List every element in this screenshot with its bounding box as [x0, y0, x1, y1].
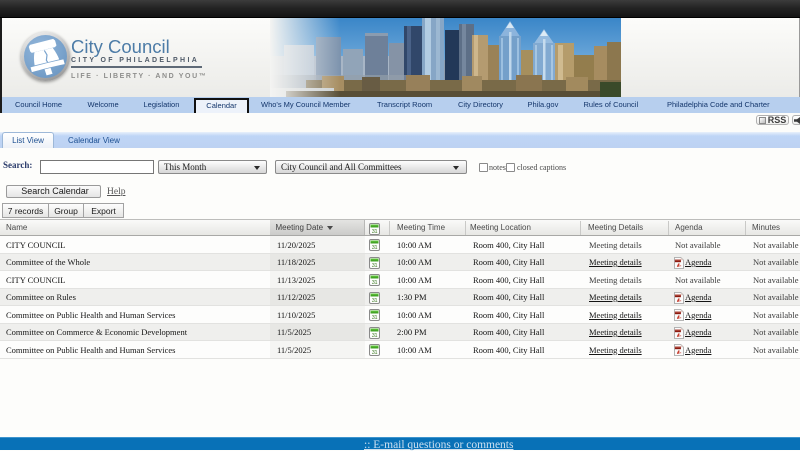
svg-text:31: 31: [372, 229, 378, 235]
svg-text:31: 31: [372, 350, 378, 356]
svg-text:31: 31: [372, 333, 378, 339]
svg-text:31: 31: [372, 280, 378, 286]
svg-text:31: 31: [372, 315, 378, 321]
svg-text:31: 31: [372, 263, 378, 269]
svg-text:31: 31: [372, 298, 378, 304]
svg-text:31: 31: [372, 245, 378, 251]
